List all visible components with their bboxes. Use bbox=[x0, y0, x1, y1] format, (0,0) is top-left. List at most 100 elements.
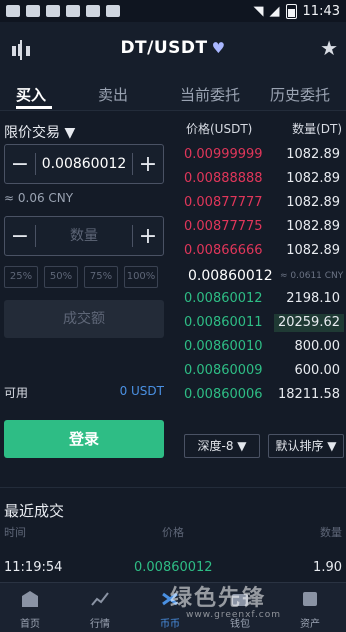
price-header: 价格 bbox=[162, 526, 184, 539]
ask-row[interactable]: 0.00877777 1082.89 bbox=[180, 192, 346, 214]
available-label: 可用 bbox=[4, 386, 29, 400]
bid-row[interactable]: 0.00860010 800.00 bbox=[180, 336, 346, 358]
time-header: 时间 bbox=[4, 526, 26, 539]
percentage-buttons: 25% 50% 75% 100% bbox=[4, 266, 158, 288]
bid-qty: 20259.62 bbox=[277, 315, 340, 330]
minus-icon[interactable]: − bbox=[5, 152, 35, 177]
ask-price: 0.00866666 bbox=[184, 243, 263, 258]
trade-tabs: 买入 卖出 当前委托 历史委托 bbox=[0, 76, 346, 111]
star-icon[interactable]: ★ bbox=[320, 36, 338, 60]
header: DT/USDT ♥ ★ bbox=[0, 22, 346, 76]
trade-price: 0.00860012 bbox=[134, 560, 213, 575]
watermark-url: www.greenxf.com bbox=[186, 610, 282, 620]
price-stepper[interactable]: − 0.00860012 + bbox=[4, 144, 164, 184]
bid-price: 0.00860009 bbox=[184, 363, 263, 378]
ask-qty: 1082.89 bbox=[286, 195, 340, 210]
qty-header: 数量 bbox=[320, 526, 342, 539]
pair-name: DT/USDT bbox=[120, 38, 208, 58]
tab-underline bbox=[16, 106, 52, 109]
pct-25-button[interactable]: 25% bbox=[4, 266, 38, 288]
ask-price: 0.00999999 bbox=[184, 147, 263, 162]
ask-qty: 1082.89 bbox=[286, 147, 340, 162]
plus-icon[interactable]: + bbox=[133, 224, 163, 249]
chart-icon bbox=[91, 592, 109, 606]
nav-market[interactable]: 行情 bbox=[70, 587, 130, 630]
heart-icon[interactable]: ♥ bbox=[212, 39, 226, 57]
notification-icon bbox=[66, 5, 80, 17]
ask-qty: 1082.89 bbox=[286, 171, 340, 186]
assets-icon bbox=[303, 592, 317, 606]
bid-row[interactable]: 0.00860006 18211.58 bbox=[180, 384, 346, 406]
nav-home[interactable]: 首页 bbox=[0, 587, 60, 630]
tab-sell[interactable]: 卖出 bbox=[98, 84, 128, 105]
ask-price: 0.00877775 bbox=[184, 219, 263, 234]
last-price: 0.00860012 bbox=[188, 268, 273, 284]
bid-price: 0.00860010 bbox=[184, 339, 263, 354]
notification-icon bbox=[26, 5, 40, 17]
available-value: 0 USDT bbox=[119, 384, 164, 398]
bid-qty: 2198.10 bbox=[286, 291, 340, 306]
notification-icons bbox=[6, 5, 120, 17]
sort-dropdown[interactable]: 默认排序 ▼ bbox=[268, 434, 344, 458]
order-book-header: 价格(USDT) 数量(DT) bbox=[186, 120, 344, 137]
nav-assets-label: 资产 bbox=[300, 619, 320, 630]
ask-row[interactable]: 0.00999999 1082.89 bbox=[180, 144, 346, 166]
qty-header: 数量(DT) bbox=[292, 122, 342, 136]
ask-row[interactable]: 0.00888888 1082.89 bbox=[180, 168, 346, 190]
nav-home-label: 首页 bbox=[20, 619, 40, 630]
notification-icon bbox=[86, 5, 100, 17]
watermark-text: 绿色先锋 bbox=[170, 586, 267, 611]
amount-field[interactable]: 成交额 bbox=[4, 300, 164, 338]
tab-open-orders[interactable]: 当前委托 bbox=[180, 84, 240, 105]
quantity-input[interactable]: 数量 bbox=[35, 225, 133, 247]
last-price-row[interactable]: 0.00860012 ≈ 0.0611 CNY bbox=[180, 264, 346, 288]
last-price-cny: ≈ 0.0611 CNY bbox=[280, 271, 344, 281]
order-type-dropdown[interactable]: 限价交易 ▼ bbox=[4, 122, 75, 142]
wifi-icon: ◥ bbox=[253, 3, 264, 19]
status-time: 11:43 bbox=[302, 3, 340, 19]
ask-price: 0.00877777 bbox=[184, 195, 263, 210]
nav-market-label: 行情 bbox=[90, 619, 110, 630]
ask-qty: 1082.89 bbox=[286, 243, 340, 258]
notification-icon bbox=[46, 5, 60, 17]
quantity-stepper[interactable]: − 数量 + bbox=[4, 216, 164, 256]
bid-price: 0.00860012 bbox=[184, 291, 263, 306]
bid-row[interactable]: 0.00860009 600.00 bbox=[180, 360, 346, 382]
ask-price: 0.00888888 bbox=[184, 171, 263, 186]
signal-icon: ◢ bbox=[269, 3, 280, 19]
tab-buy[interactable]: 买入 bbox=[16, 84, 46, 105]
trade-time: 11:19:54 bbox=[4, 560, 63, 575]
bid-price: 0.00860006 bbox=[184, 387, 263, 402]
nav-assets[interactable]: 资产 bbox=[280, 587, 340, 630]
minus-icon[interactable]: − bbox=[5, 224, 35, 249]
price-input[interactable]: 0.00860012 bbox=[35, 153, 133, 175]
notification-icon bbox=[106, 5, 120, 17]
ask-row[interactable]: 0.00877775 1082.89 bbox=[180, 216, 346, 238]
depth-dropdown[interactable]: 深度-8 ▼ bbox=[184, 434, 260, 458]
home-icon bbox=[22, 591, 38, 607]
ask-row[interactable]: 0.00866666 1082.89 bbox=[180, 240, 346, 262]
battery-icon bbox=[285, 3, 297, 19]
bid-qty: 600.00 bbox=[294, 363, 341, 378]
bid-qty: 800.00 bbox=[294, 339, 341, 354]
ask-qty: 1082.89 bbox=[286, 219, 340, 234]
bid-row[interactable]: 0.00860011 20259.62 bbox=[180, 312, 346, 334]
price-cny: ≈ 0.06 CNY bbox=[4, 191, 74, 205]
bid-row[interactable]: 0.00860012 2198.10 bbox=[180, 288, 346, 310]
pct-100-button[interactable]: 100% bbox=[124, 266, 158, 288]
login-button[interactable]: 登录 bbox=[4, 420, 164, 458]
recent-trades-title: 最近成交 bbox=[4, 502, 65, 520]
recent-trades: 最近成交 时间 价格 数量 11:19:54 0.00860012 1.90 bbox=[0, 487, 346, 583]
pct-75-button[interactable]: 75% bbox=[84, 266, 118, 288]
status-bar: ◥ ◢ 11:43 bbox=[0, 0, 346, 22]
pair-title: DT/USDT ♥ bbox=[0, 38, 346, 58]
bid-price: 0.00860011 bbox=[184, 315, 263, 330]
bid-qty: 18211.58 bbox=[277, 387, 340, 402]
price-header: 价格(USDT) bbox=[186, 122, 253, 136]
trade-qty: 1.90 bbox=[313, 560, 342, 575]
plus-icon[interactable]: + bbox=[133, 152, 163, 177]
tab-order-history[interactable]: 历史委托 bbox=[270, 84, 330, 105]
pct-50-button[interactable]: 50% bbox=[44, 266, 78, 288]
watermark-logo: 绿色先锋 www.greenxf.com bbox=[170, 580, 280, 620]
notification-icon bbox=[6, 5, 20, 17]
